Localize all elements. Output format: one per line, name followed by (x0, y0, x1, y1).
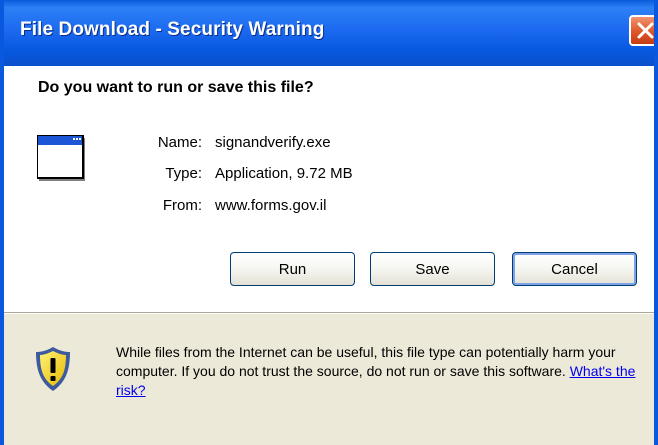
run-button[interactable]: Run (230, 252, 355, 286)
file-source-value: www.forms.gov.il (215, 197, 327, 214)
name-label: Name: (157, 134, 202, 151)
close-icon (637, 22, 654, 39)
title-bar[interactable]: File Download - Security Warning (4, 0, 654, 66)
from-label: From: (162, 197, 202, 214)
file-name-value: signandverify.exe (215, 134, 331, 151)
security-warning-dialog: File Download - Security Warning Do you … (0, 0, 658, 445)
type-label: Type: (165, 165, 202, 182)
warning-message: While files from the Internet can be use… (116, 343, 648, 400)
dialog-body: Do you want to run or save this file? Na… (4, 66, 654, 312)
warning-panel: While files from the Internet can be use… (4, 314, 654, 445)
cancel-button[interactable]: Cancel (512, 252, 637, 286)
close-button[interactable] (629, 15, 654, 46)
save-button[interactable]: Save (370, 252, 495, 286)
file-type-value: Application, 9.72 MB (215, 165, 353, 182)
window-title: File Download - Security Warning (20, 19, 325, 40)
shield-warning-icon (36, 347, 70, 391)
warning-text: While files from the Internet can be use… (116, 344, 616, 379)
question-heading: Do you want to run or save this file? (38, 79, 314, 96)
application-window-icon (37, 135, 85, 181)
